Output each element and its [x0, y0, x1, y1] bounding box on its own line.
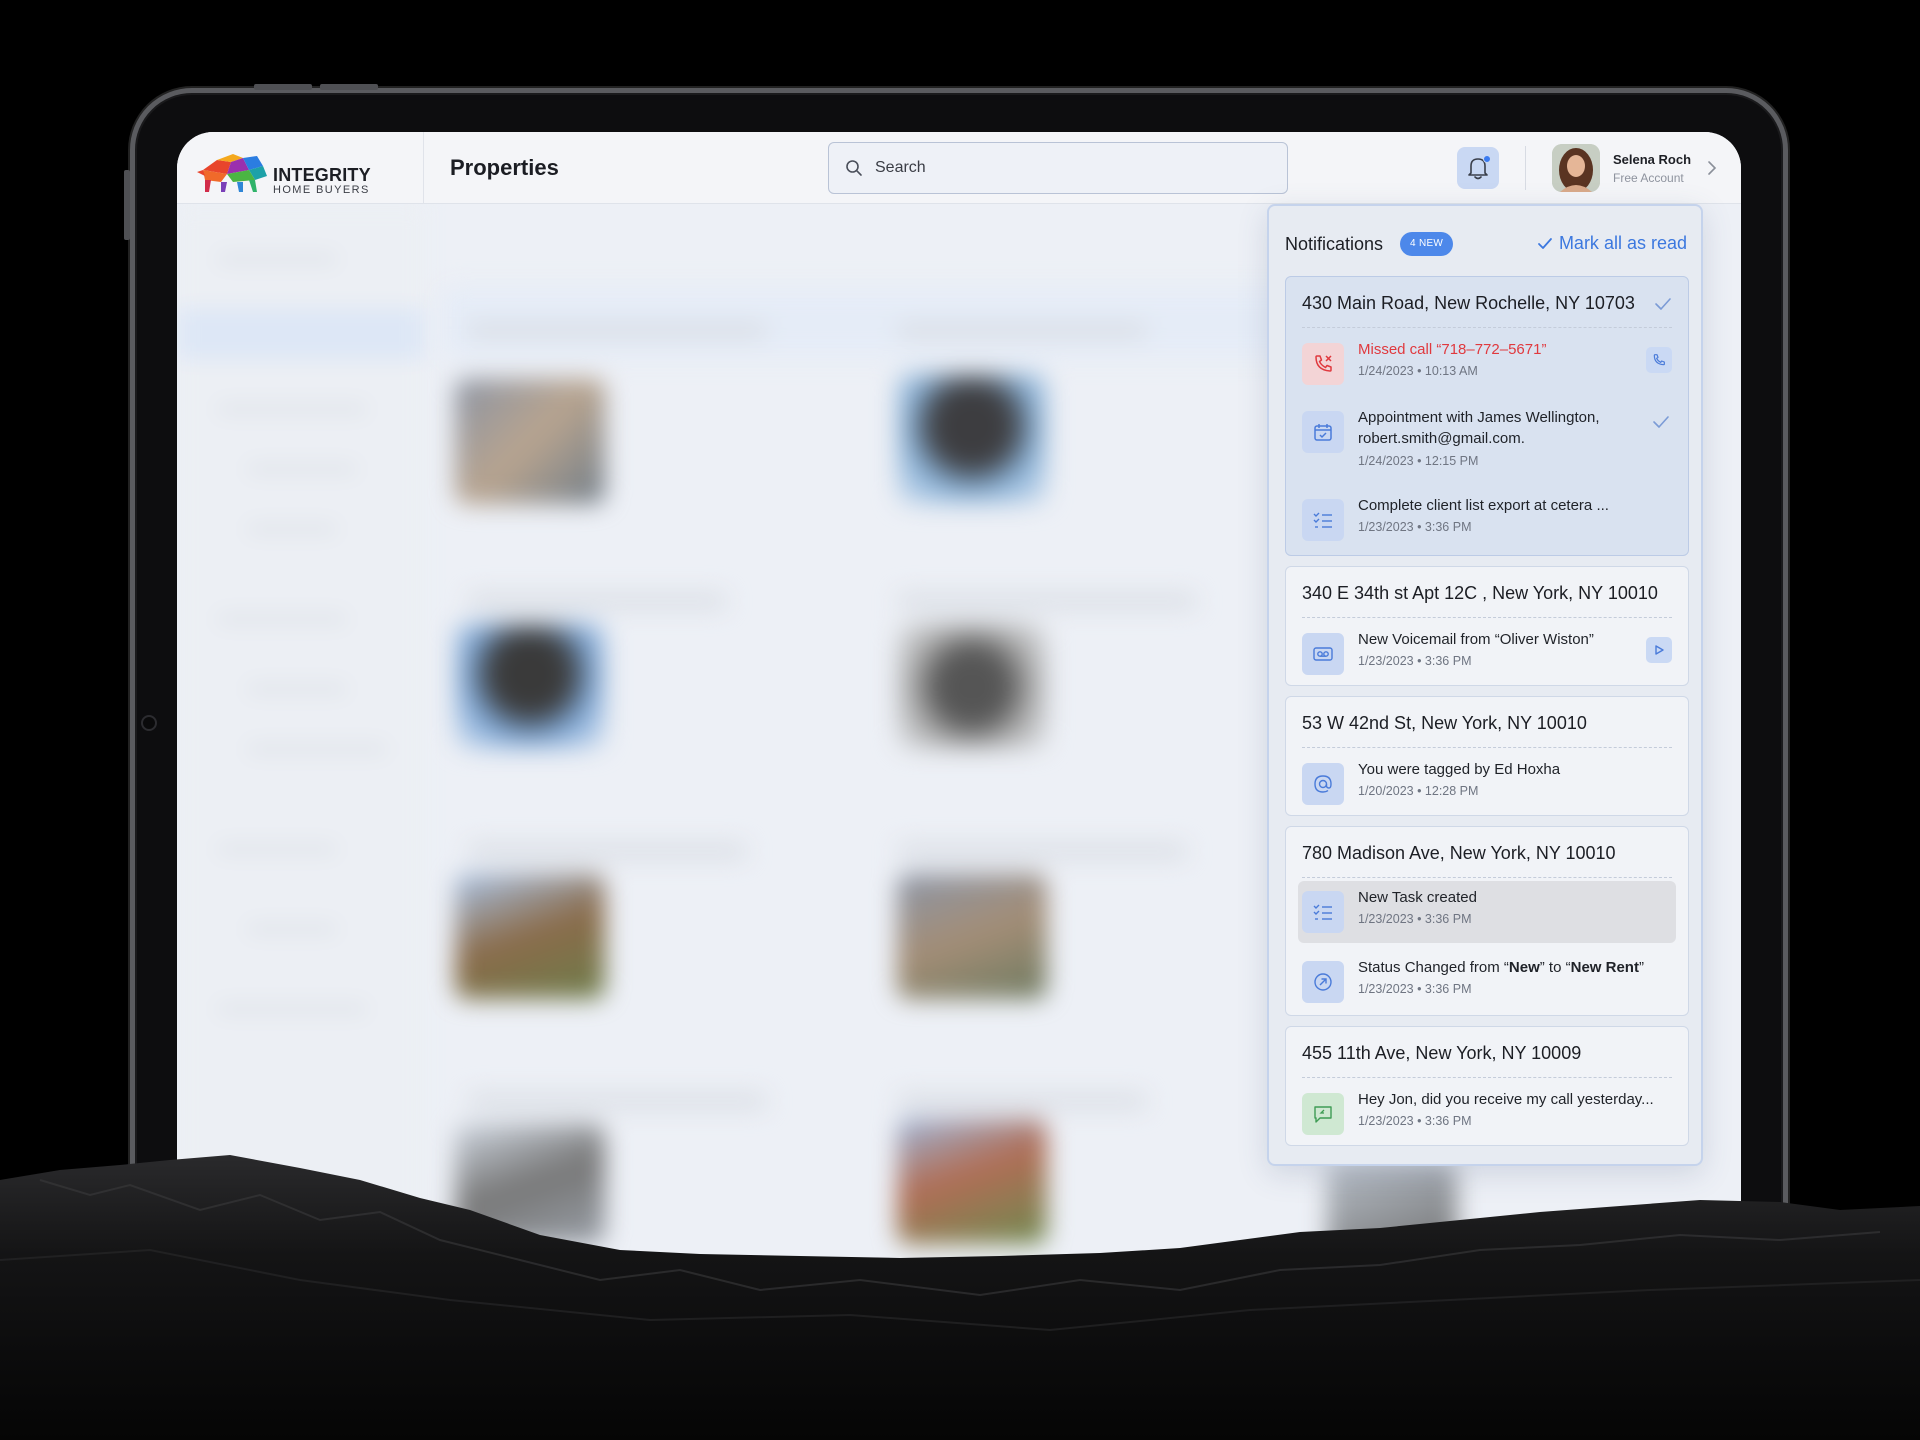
mark-all-read-button[interactable]: Mark all as read	[1537, 233, 1687, 254]
logo-title: INTEGRITY	[273, 165, 371, 185]
new-count-badge: 4 NEW	[1400, 232, 1454, 256]
notification-time: 1/20/2023 • 12:28 PM	[1358, 784, 1479, 798]
status-suffix: ”	[1638, 959, 1644, 976]
notification-title: New Voicemail from “Oliver Wiston”	[1358, 631, 1594, 648]
notifications-button[interactable]	[1457, 147, 1499, 189]
divider	[1302, 1077, 1672, 1078]
group-address: 340 E 34th st Apt 12C , New York, NY 100…	[1302, 583, 1658, 603]
notification-time: 1/24/2023 • 10:13 AM	[1358, 364, 1478, 378]
check-icon[interactable]	[1654, 297, 1672, 311]
group-address: 430 Main Road, New Rochelle, NY 10703	[1302, 293, 1635, 313]
device-button	[320, 84, 378, 90]
notification-item[interactable]: You were tagged by Ed Hoxha 1/20/2023 • …	[1298, 753, 1676, 815]
notification-group: 340 E 34th st Apt 12C , New York, NY 100…	[1285, 566, 1689, 686]
user-photo	[1552, 144, 1600, 192]
notification-time: 1/23/2023 • 3:36 PM	[1358, 654, 1472, 668]
notification-item[interactable]: New Voicemail from “Oliver Wiston” 1/23/…	[1298, 623, 1676, 685]
unread-dot	[1483, 155, 1491, 163]
divider	[1525, 146, 1526, 190]
notification-group: 780 Madison Ave, New York, NY 10010 New …	[1285, 826, 1689, 1016]
front-camera	[141, 715, 157, 731]
divider	[1302, 747, 1672, 748]
divider	[1302, 327, 1672, 328]
task-list-icon	[1302, 499, 1344, 541]
bison-logo-icon	[197, 154, 267, 192]
notification-item[interactable]: Status Changed from “New” to “New Rent” …	[1298, 951, 1676, 1013]
notification-title: Status Changed from “New” to “New Rent”	[1358, 957, 1678, 978]
chevron-right-icon[interactable]	[1707, 160, 1717, 176]
play-icon	[1655, 645, 1664, 655]
divider	[1302, 617, 1672, 618]
check-icon[interactable]	[1652, 415, 1670, 429]
user-name: Selena Roch	[1613, 152, 1692, 167]
status-to: New Rent	[1570, 959, 1639, 976]
notifications-panel: Notifications 4 NEW Mark all as read 430…	[1267, 204, 1703, 1166]
device-button	[124, 170, 130, 240]
notification-time: 1/23/2023 • 3:36 PM	[1358, 912, 1472, 926]
logo[interactable]: INTEGRITY HOME BUYERS	[177, 132, 424, 204]
check-icon	[1538, 238, 1552, 249]
search-input[interactable]	[875, 155, 1265, 181]
notification-time: 1/23/2023 • 3:36 PM	[1358, 520, 1472, 534]
notification-item[interactable]: Appointment with James Wellington, rober…	[1298, 401, 1676, 477]
notification-item[interactable]: Hey Jon, did you receive my call yesterd…	[1298, 1083, 1676, 1145]
notification-item[interactable]: Complete client list export at cetera ..…	[1298, 489, 1676, 551]
notification-title: Hey Jon, did you receive my call yesterd…	[1358, 1091, 1654, 1108]
notifications-title: Notifications	[1285, 234, 1384, 254]
notification-item[interactable]: Missed call “718–772–5671” 1/24/2023 • 1…	[1298, 333, 1676, 395]
group-address: 455 11th Ave, New York, NY 10009	[1302, 1043, 1582, 1063]
user-role: Free Account	[1613, 171, 1684, 185]
divider	[1302, 877, 1672, 878]
notification-time: 1/24/2023 • 12:15 PM	[1358, 454, 1479, 468]
mark-all-read-label: Mark all as read	[1558, 233, 1687, 253]
notification-title: You were tagged by Ed Hoxha	[1358, 761, 1561, 778]
notification-title: Appointment with James Wellington, rober…	[1358, 409, 1600, 447]
notification-time: 1/23/2023 • 3:36 PM	[1358, 1114, 1472, 1128]
missed-call-icon	[1302, 343, 1344, 385]
task-list-icon	[1302, 891, 1344, 933]
notification-time: 1/23/2023 • 3:36 PM	[1358, 982, 1472, 996]
group-address: 53 W 42nd St, New York, NY 10010	[1302, 713, 1587, 733]
calendar-icon	[1302, 411, 1344, 453]
notification-title: New Task created	[1358, 889, 1477, 906]
notification-title: Missed call “718–772–5671”	[1358, 341, 1547, 358]
call-back-button[interactable]	[1646, 347, 1672, 373]
notification-group: 430 Main Road, New Rochelle, NY 10703 Mi…	[1285, 276, 1689, 556]
notification-title: Complete client list export at cetera ..…	[1358, 497, 1609, 514]
rock-foreground	[0, 1155, 1920, 1440]
notification-group: 53 W 42nd St, New York, NY 10010 You wer…	[1285, 696, 1689, 816]
group-address: 780 Madison Ave, New York, NY 10010	[1302, 843, 1616, 863]
top-bar: INTEGRITY HOME BUYERS Properties Search …	[177, 132, 1741, 204]
play-voicemail-button[interactable]	[1646, 637, 1672, 663]
message-icon	[1302, 1093, 1344, 1135]
app-screen: INTEGRITY HOME BUYERS Properties Search …	[177, 132, 1741, 1314]
search-box[interactable]	[828, 142, 1288, 194]
status-prefix: Status Changed from “	[1358, 959, 1509, 976]
bell-icon	[1468, 158, 1488, 180]
status-mid: ” to “	[1539, 959, 1571, 976]
device-button	[254, 84, 312, 90]
logo-subtitle: HOME BUYERS	[273, 184, 370, 196]
notification-item[interactable]: New Task created 1/23/2023 • 3:36 PM	[1298, 881, 1676, 943]
at-sign-icon	[1302, 763, 1344, 805]
search-icon	[846, 160, 862, 176]
phone-icon	[1653, 354, 1665, 366]
status-change-icon	[1302, 961, 1344, 1003]
voicemail-icon	[1302, 633, 1344, 675]
page-title: Properties	[450, 155, 559, 180]
avatar[interactable]	[1552, 144, 1600, 192]
status-from: New	[1508, 959, 1540, 976]
notification-group: 455 11th Ave, New York, NY 10009 Hey Jon…	[1285, 1026, 1689, 1146]
